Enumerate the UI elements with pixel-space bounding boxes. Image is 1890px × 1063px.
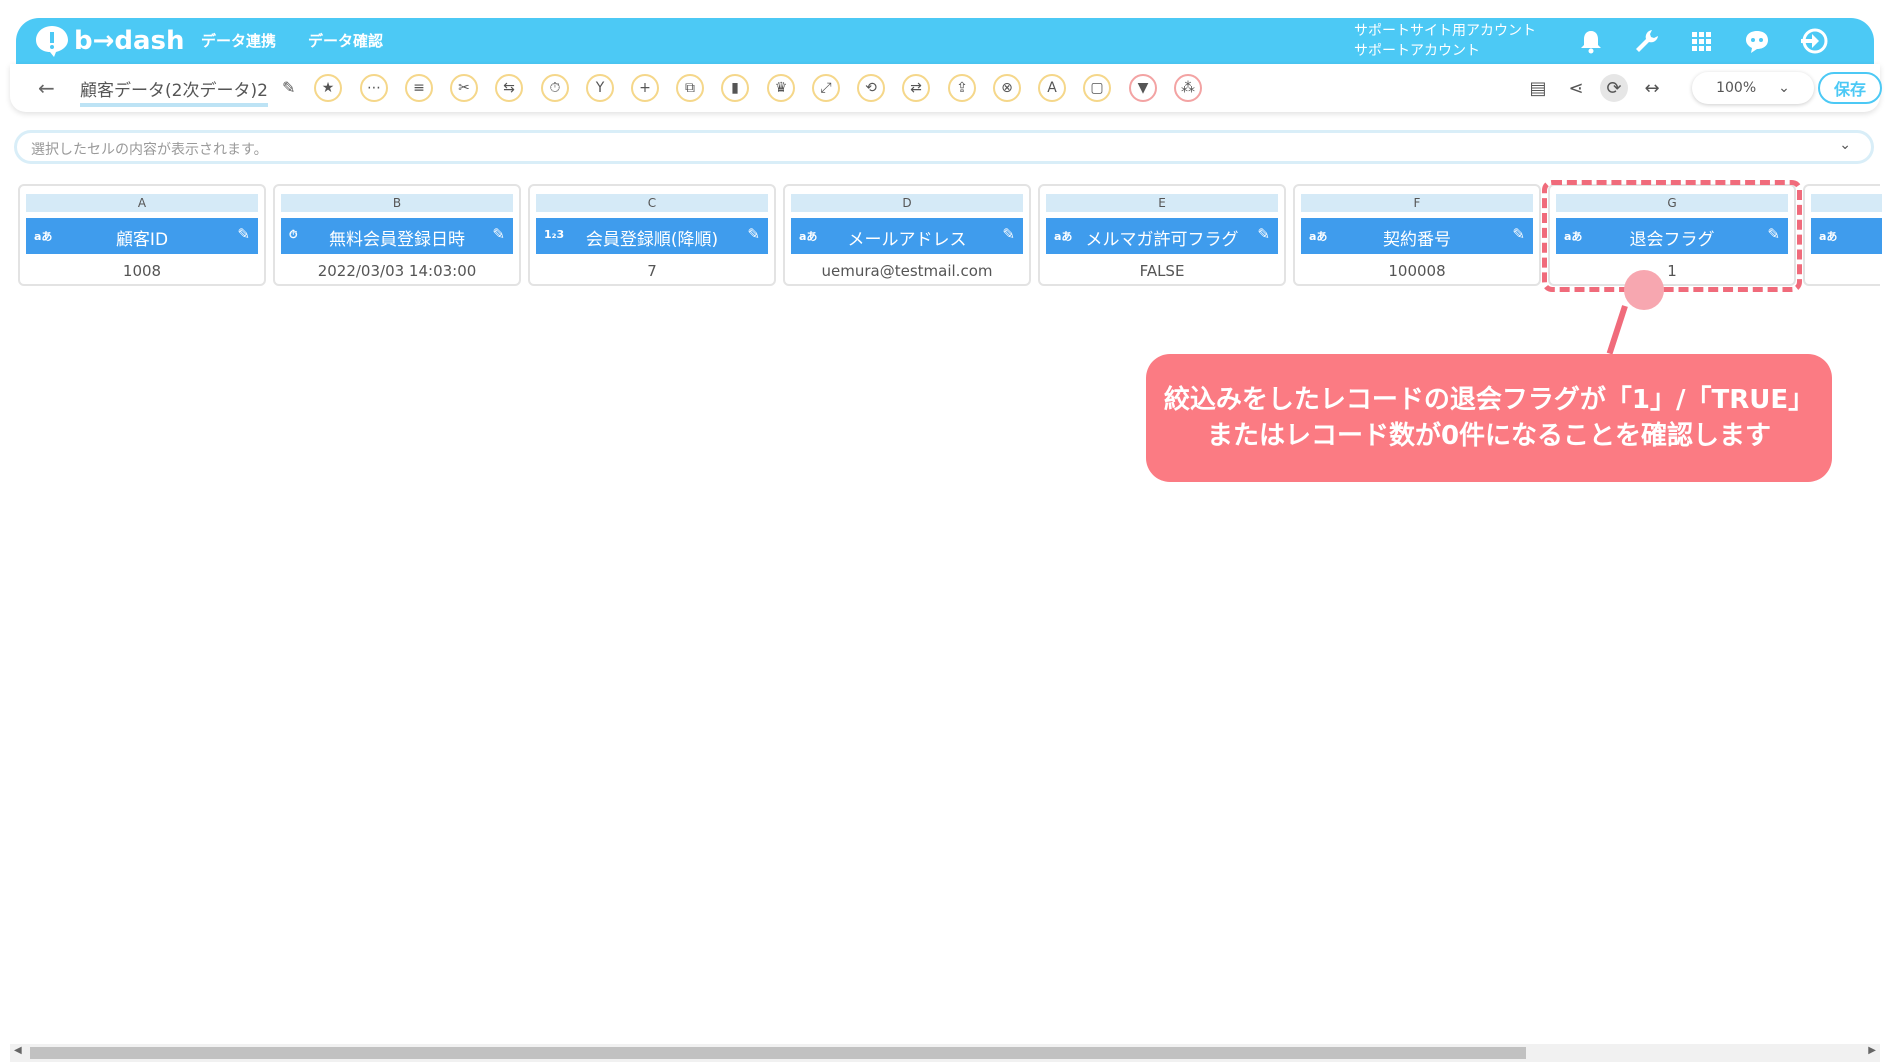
column-name: 顧客ID — [115, 230, 169, 250]
column-c[interactable]: C 1₂3 会員登録順(降順) ✎ 7 — [528, 184, 776, 286]
column-header[interactable]: aあ 顧客ID ✎ — [26, 218, 258, 254]
scroll-left-icon[interactable]: ◀ — [14, 1045, 22, 1056]
branch-icon[interactable]: Y — [586, 74, 614, 102]
back-arrow-icon[interactable]: ← — [38, 76, 55, 100]
list-icon[interactable]: ≡ — [405, 74, 433, 102]
horizontal-scrollbar[interactable]: ◀ ▶ — [10, 1044, 1880, 1062]
column-header[interactable]: aあ — [1811, 218, 1882, 254]
column-a[interactable]: A aあ 顧客ID ✎ 1008 — [18, 184, 266, 286]
column-header[interactable]: aあ メールアドレス ✎ — [791, 218, 1023, 254]
nav-data-integration[interactable]: データ連携 — [201, 30, 276, 51]
column-name: 契約番号 — [1383, 230, 1451, 250]
upload-icon[interactable]: ⇪ — [948, 74, 976, 102]
column-name: 無料会員登録日時 — [329, 230, 465, 250]
logo-text: b→dash — [74, 26, 185, 56]
merge-icon[interactable]: ⇆ — [495, 74, 523, 102]
cell-content-bar[interactable]: 選択したセルの内容が表示されます。 ⌄ — [14, 130, 1874, 164]
nav-data-check[interactable]: データ確認 — [308, 30, 383, 51]
square-icon[interactable]: ▢ — [1083, 74, 1111, 102]
timer-icon[interactable]: ⏱ — [541, 74, 569, 102]
replace-icon[interactable]: A — [1038, 74, 1066, 102]
pencil-icon[interactable]: ✎ — [1512, 225, 1525, 243]
column-letter: E — [1046, 194, 1278, 212]
bell-icon[interactable] — [1576, 26, 1606, 56]
page-title[interactable]: 顧客データ(2次データ)2 — [80, 76, 268, 107]
column-header[interactable]: aあ メルマガ許可フラグ ✎ — [1046, 218, 1278, 254]
column-letter: C — [536, 194, 768, 212]
cell-value[interactable]: 2022/03/03 14:03:00 — [275, 262, 519, 280]
toolbar: ← 顧客データ(2次データ)2 ✎ ★ ⋯ ≡ ✂ ⇆ ⏱ Y + ⧉ ▮ ♛ … — [10, 64, 1882, 112]
column-header[interactable]: aあ 契約番号 ✎ — [1301, 218, 1533, 254]
logout-icon[interactable] — [1798, 26, 1828, 56]
type-text-icon: aあ — [1819, 230, 1838, 243]
column-b[interactable]: B ⏱ 無料会員登録日時 ✎ 2022/03/03 14:03:00 — [273, 184, 521, 286]
column-letter: F — [1301, 194, 1533, 212]
column-letter: D — [791, 194, 1023, 212]
pencil-icon[interactable]: ✎ — [237, 225, 250, 243]
code-icon[interactable]: ↔ — [1638, 74, 1666, 102]
expand-icon[interactable]: ⤢ — [812, 74, 840, 102]
dots-icon[interactable]: ⋯ — [360, 74, 388, 102]
column-h[interactable]: aあ — [1803, 184, 1882, 286]
column-f[interactable]: F aあ 契約番号 ✎ 100008 — [1293, 184, 1541, 286]
column-header[interactable]: ⏱ 無料会員登録日時 ✎ — [281, 218, 513, 254]
zoom-value: 100% — [1716, 80, 1757, 96]
pencil-icon[interactable]: ✎ — [747, 225, 760, 243]
close-circle-icon[interactable]: ⊗ — [993, 74, 1021, 102]
annotation-callout: 絞込みをしたレコードの退会フラグが「1」/「TRUE」 またはレコード数が0件に… — [1146, 354, 1832, 482]
account-info[interactable]: サポートサイト用アカウント サポートアカウント — [1354, 21, 1536, 61]
top-bar: b→dash データ連携 データ確認 サポートサイト用アカウント サポートアカウ… — [16, 18, 1874, 64]
share-icon[interactable]: ⋖ — [1562, 74, 1590, 102]
zoom-select[interactable]: 100% ⌄ — [1692, 72, 1814, 104]
column-letter: B — [281, 194, 513, 212]
cell-content-placeholder: 選択したセルの内容が表示されます。 — [31, 142, 268, 158]
cell-value[interactable]: FALSE — [1040, 262, 1284, 280]
pencil-icon[interactable]: ✎ — [492, 225, 505, 243]
crown-icon[interactable]: ♛ — [767, 74, 795, 102]
cell-value[interactable]: 7 — [530, 262, 774, 280]
wrench-icon[interactable] — [1632, 26, 1662, 56]
copy-icon[interactable]: ⧉ — [676, 74, 704, 102]
account-line1: サポートサイト用アカウント — [1354, 23, 1536, 39]
grid-pattern-icon[interactable]: ⁂ — [1174, 74, 1202, 102]
column-letter: A — [26, 194, 258, 212]
edit-title-icon[interactable]: ✎ — [282, 78, 295, 97]
column-letter — [1811, 194, 1882, 212]
column-name: メルマガ許可フラグ — [1085, 230, 1239, 250]
pencil-icon[interactable]: ✎ — [1257, 225, 1270, 243]
pointer-dot — [1624, 270, 1664, 310]
trash-icon[interactable]: ▮ — [721, 74, 749, 102]
cell-value[interactable]: 1008 — [20, 262, 264, 280]
repeat-icon[interactable]: ⟲ — [857, 74, 885, 102]
column-header[interactable]: 1₂3 会員登録順(降順) ✎ — [536, 218, 768, 254]
scroll-right-icon[interactable]: ▶ — [1868, 1045, 1876, 1056]
scissors-icon[interactable]: ✂ — [450, 74, 478, 102]
save-button[interactable]: 保存 — [1818, 72, 1882, 104]
transform-icon[interactable]: ⇄ — [902, 74, 930, 102]
account-line2: サポートアカウント — [1354, 43, 1480, 59]
clipboard-icon[interactable]: ▤ — [1524, 74, 1552, 102]
plus-icon[interactable]: + — [631, 74, 659, 102]
column-e[interactable]: E aあ メルマガ許可フラグ ✎ FALSE — [1038, 184, 1286, 286]
cell-value[interactable]: 100008 — [1295, 262, 1539, 280]
column-name: メールアドレス — [847, 230, 967, 250]
column-d[interactable]: D aあ メールアドレス ✎ uemura@testmail.com — [783, 184, 1031, 286]
logo-drop-icon — [34, 24, 70, 58]
pencil-icon[interactable]: ✎ — [1002, 225, 1015, 243]
logo[interactable]: b→dash — [34, 22, 185, 60]
history-icon[interactable]: ⟳ — [1600, 74, 1628, 102]
highlight-frame — [1542, 180, 1802, 292]
callout-line2: またはレコード数が0件になることを確認します — [1206, 421, 1772, 451]
callout-pointer — [1606, 305, 1628, 355]
grid-icon[interactable] — [1686, 26, 1716, 56]
callout-line1: 絞込みをしたレコードの退会フラグが「1」/「TRUE」 — [1163, 385, 1815, 415]
chat-icon[interactable] — [1742, 26, 1772, 56]
column-name: 会員登録順(降順) — [585, 230, 719, 250]
scrollbar-thumb[interactable] — [30, 1047, 1526, 1059]
star-icon[interactable]: ★ — [314, 74, 342, 102]
cell-value[interactable]: uemura@testmail.com — [785, 262, 1029, 280]
filter-icon[interactable]: ▼ — [1129, 74, 1157, 102]
chevron-down-icon[interactable]: ⌄ — [1839, 137, 1851, 153]
chevron-down-icon: ⌄ — [1778, 80, 1790, 96]
